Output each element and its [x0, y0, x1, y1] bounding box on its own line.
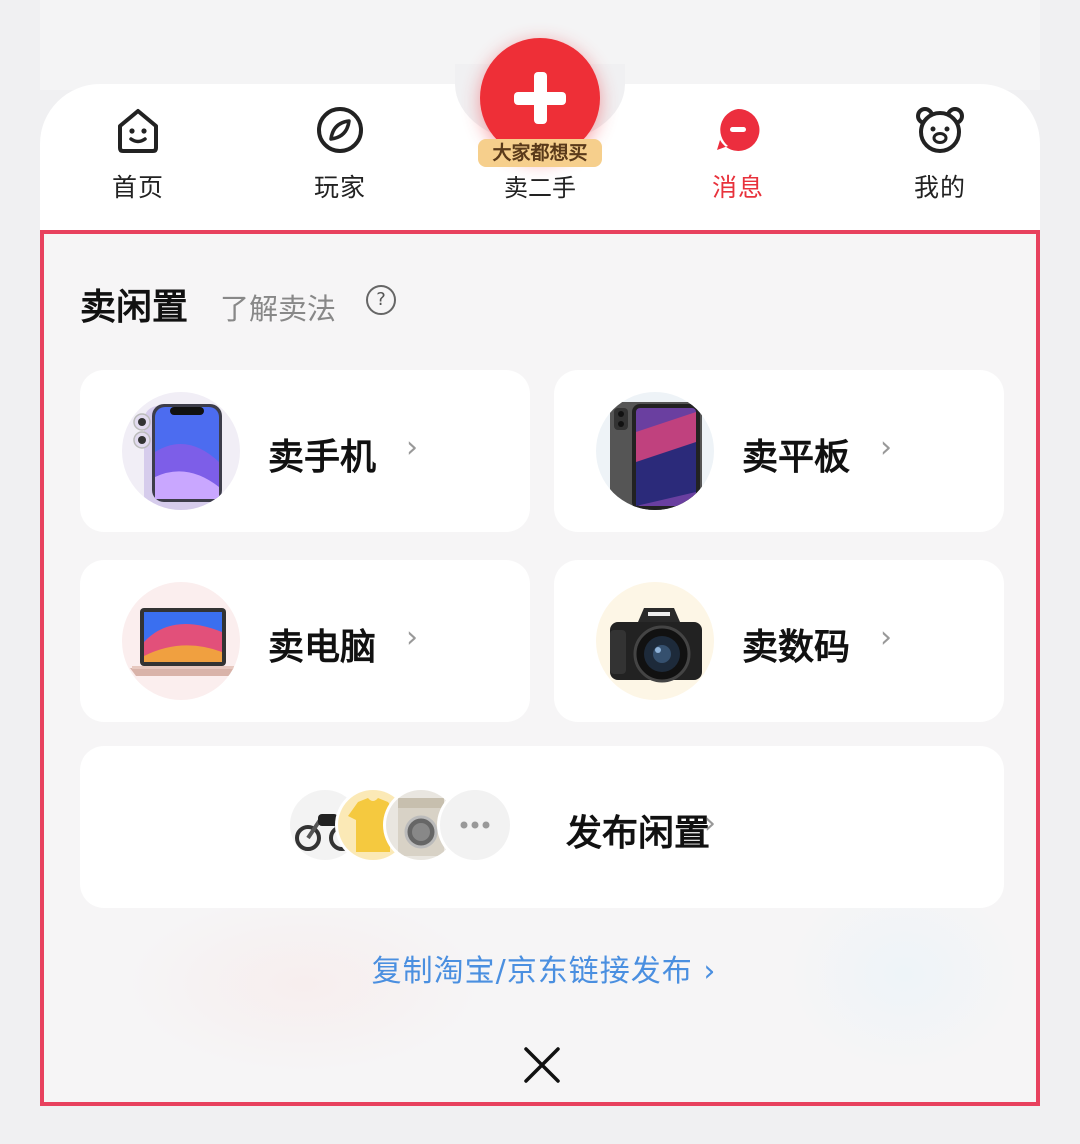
sell-computer-card[interactable]: 卖电脑 ›	[80, 560, 530, 722]
compass-icon	[314, 104, 366, 156]
home-face-icon	[112, 104, 164, 156]
tab-label: 首页	[111, 173, 164, 202]
copy-link-publish[interactable]: 复制淘宝/京东链接发布 ›	[44, 946, 1036, 990]
bear-face-icon	[914, 104, 966, 156]
camera-image	[596, 582, 714, 700]
tablet-image	[596, 392, 714, 510]
sell-panel: 卖闲置 了解卖法 ? 卖手机 › 卖平板 › 卖电脑 › 卖数码 › 发布闲置 …	[40, 230, 1040, 1106]
tab-mine[interactable]: 我的	[880, 104, 1000, 204]
chevron-right-icon: ›	[704, 806, 716, 841]
chevron-right-icon: ›	[880, 430, 892, 465]
card-label: 卖电脑	[268, 627, 377, 668]
message-bubble-icon	[712, 104, 764, 156]
sell-digital-card[interactable]: 卖数码 ›	[554, 560, 1004, 722]
tab-label: 消息	[711, 173, 764, 202]
panel-title: 卖闲置	[80, 287, 189, 328]
sell-phone-card[interactable]: 卖手机 ›	[80, 370, 530, 532]
tab-label: 玩家	[313, 173, 366, 202]
chevron-right-icon: ›	[406, 430, 418, 465]
phone-image	[122, 392, 240, 510]
tab-players[interactable]: 玩家	[280, 104, 400, 204]
help-icon[interactable]: ?	[366, 285, 396, 315]
card-label: 卖平板	[742, 437, 851, 478]
card-label: 卖数码	[742, 627, 851, 668]
close-icon[interactable]	[521, 1044, 563, 1086]
publish-idle-card[interactable]: 发布闲置 ›	[80, 746, 1004, 908]
chevron-right-icon: ›	[406, 620, 418, 655]
tab-home[interactable]: 首页	[78, 104, 198, 204]
laptop-image	[122, 582, 240, 700]
chevron-right-icon: ›	[880, 620, 892, 655]
tab-label: 我的	[913, 173, 966, 202]
promo-badge: 大家都想买	[478, 139, 602, 167]
tab-label[interactable]: 卖二手	[480, 168, 600, 203]
more-icon	[440, 790, 510, 860]
learn-selling-link[interactable]: 了解卖法	[220, 286, 336, 328]
card-label: 发布闲置	[566, 813, 711, 854]
sell-tablet-card[interactable]: 卖平板 ›	[554, 370, 1004, 532]
tab-messages[interactable]: 消息	[678, 104, 798, 204]
card-label: 卖手机	[268, 437, 377, 478]
